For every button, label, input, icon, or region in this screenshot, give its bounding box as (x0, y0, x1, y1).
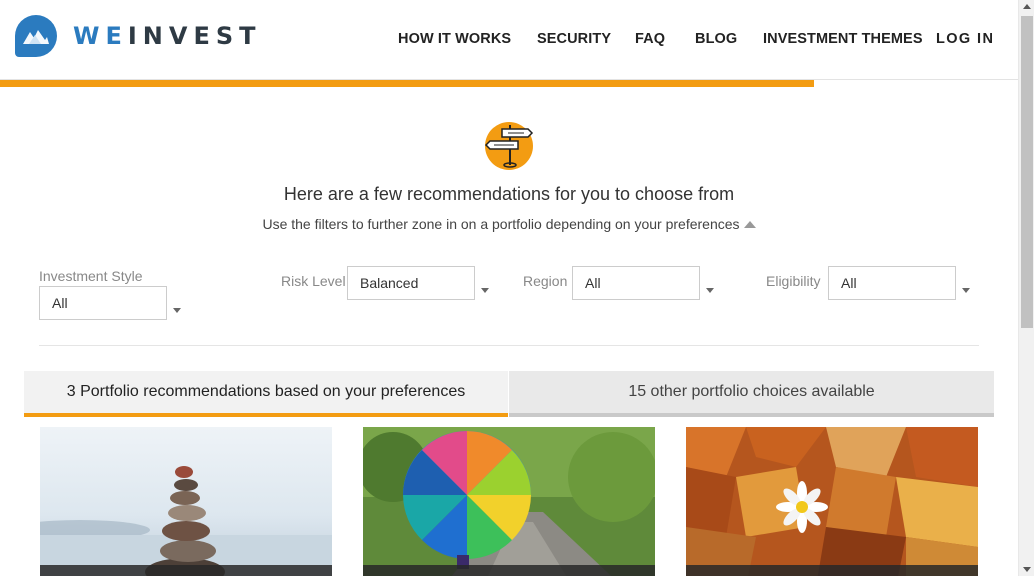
progress-bar-fill (0, 80, 815, 87)
rainbow-umbrella-image (363, 427, 655, 576)
card-caption-bar (40, 565, 332, 576)
nav-blog[interactable]: BLOG (695, 31, 737, 47)
region-label: Region (523, 273, 568, 289)
tab-other-portfolios[interactable]: 15 other portfolio choices available (509, 371, 994, 417)
scrollbar-thumb[interactable] (1021, 16, 1033, 328)
vertical-scrollbar[interactable] (1018, 0, 1034, 576)
card-caption-bar (363, 565, 655, 576)
nav-security[interactable]: SECURITY (537, 31, 611, 47)
progress-bar (0, 80, 1018, 87)
nav-log-in[interactable]: LOG IN (936, 31, 994, 47)
autumn-leaves-daisy-image (686, 427, 978, 576)
scroll-up-arrow-icon[interactable] (1023, 4, 1031, 9)
risk-level-label: Risk Level (281, 273, 346, 289)
card-caption-bar (686, 565, 978, 576)
signpost-icon (484, 121, 534, 171)
investment-style-label: Investment Style (39, 268, 143, 284)
risk-level-chevron-down-icon[interactable] (481, 288, 489, 293)
eligibility-select[interactable]: All (828, 266, 956, 300)
risk-level-select[interactable]: Balanced (347, 266, 475, 300)
filters-divider (39, 345, 979, 346)
main-nav: HOW IT WORKS SECURITY FAQ BLOG INVESTMEN… (0, 31, 1018, 51)
investment-style-chevron-down-icon[interactable] (173, 308, 181, 313)
page: WEINVEST HOW IT WORKS SECURITY FAQ BLOG … (0, 0, 1034, 576)
investment-style-select[interactable]: All (39, 286, 167, 320)
scroll-down-arrow-icon[interactable] (1023, 567, 1031, 572)
portfolio-card-autumn[interactable] (686, 427, 978, 576)
nav-how-it-works[interactable]: HOW IT WORKS (398, 31, 511, 47)
eligibility-label: Eligibility (766, 273, 821, 289)
tab-other-label: 15 other portfolio choices available (628, 383, 875, 400)
nav-investment-themes[interactable]: INVESTMENT THEMES (763, 31, 923, 47)
tab-recommended-label: 3 Portfolio recommendations based on you… (66, 383, 466, 400)
subtitle-text: Use the filters to further zone in on a … (262, 216, 740, 232)
nav-faq[interactable]: FAQ (635, 31, 665, 47)
portfolio-card-stones[interactable] (40, 427, 332, 576)
recommendations-title: Here are a few recommendations for you t… (283, 184, 735, 204)
region-select[interactable]: All (572, 266, 700, 300)
eligibility-chevron-down-icon[interactable] (962, 288, 970, 293)
stacked-stones-image (40, 427, 332, 576)
collapse-filters-icon[interactable] (743, 221, 756, 228)
recommendations-subtitle: Use the filters to further zone in on a … (0, 216, 1018, 232)
tab-recommended-portfolios[interactable]: 3 Portfolio recommendations based on you… (24, 371, 508, 417)
portfolio-card-umbrella[interactable] (363, 427, 655, 576)
site-header: WEINVEST HOW IT WORKS SECURITY FAQ BLOG … (0, 0, 1018, 80)
region-chevron-down-icon[interactable] (706, 288, 714, 293)
